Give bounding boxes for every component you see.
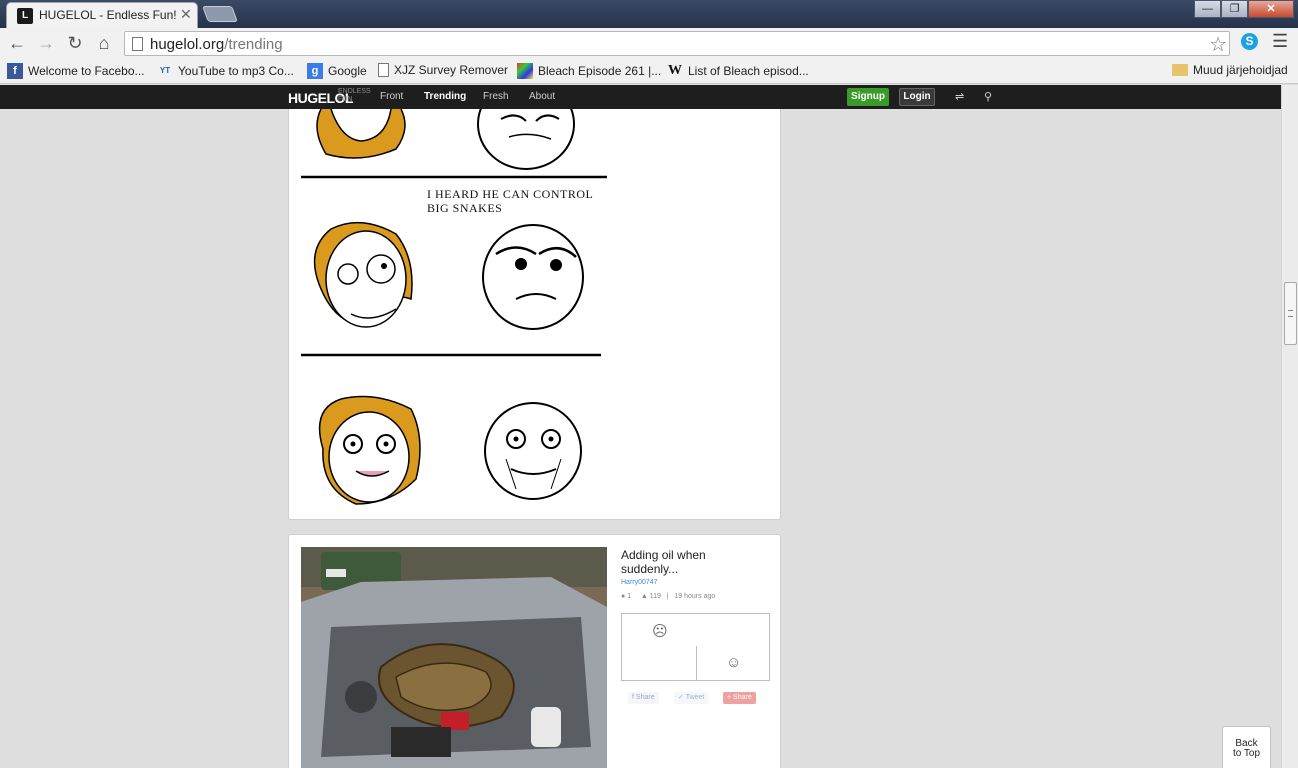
smiley-face-icon[interactable]: ☺ bbox=[726, 654, 741, 671]
twitter-bird-icon: ✓ bbox=[678, 694, 684, 701]
bookmark-star-icon[interactable]: ☆ bbox=[1209, 32, 1227, 57]
reload-icon[interactable]: ↻ bbox=[64, 32, 86, 54]
share-label: Share bbox=[733, 694, 752, 701]
bookmark-label: Muud järjehoidjad bbox=[1193, 63, 1288, 77]
bookmark-other-folder[interactable]: Muud järjehoidjad bbox=[1172, 63, 1288, 77]
bookmark-label: YouTube to mp3 Co... bbox=[178, 64, 294, 78]
post-author-link[interactable]: Harry00747 bbox=[621, 579, 658, 586]
back-to-top-button[interactable]: Back to Top bbox=[1222, 726, 1271, 768]
share-label: Tweet bbox=[685, 694, 705, 701]
bookmark-youtube-mp3[interactable]: YT YouTube to mp3 Co... bbox=[157, 63, 294, 79]
url-text[interactable]: hugelol.org/trending bbox=[150, 36, 283, 53]
comic-caption-line: BIG SNAKES bbox=[427, 201, 503, 215]
comment-icon: ● bbox=[621, 593, 626, 600]
skype-extension-icon[interactable]: S bbox=[1241, 33, 1258, 50]
comment-count: 1 bbox=[627, 593, 632, 600]
rage-comic-drawing bbox=[301, 78, 607, 505]
google-icon: g bbox=[307, 63, 323, 79]
post-title[interactable]: Adding oil when suddenly... bbox=[621, 548, 761, 576]
back-arrow-icon[interactable]: ← bbox=[6, 32, 28, 54]
new-tab-button[interactable] bbox=[202, 6, 238, 22]
bookmark-label: Google bbox=[328, 64, 367, 78]
bookmark-google[interactable]: g Google bbox=[307, 63, 367, 79]
twitter-tweet-button[interactable]: ✓ Tweet bbox=[674, 692, 709, 704]
post-meta: ● 1 ▲ 119 | 19 hours ago bbox=[621, 593, 716, 600]
google-plus-icon: + bbox=[727, 694, 732, 701]
tab-close-icon[interactable]: ✕ bbox=[180, 6, 192, 23]
forward-arrow-icon[interactable]: → bbox=[35, 32, 57, 54]
nav-front[interactable]: Front bbox=[380, 91, 403, 102]
address-bar[interactable]: hugelol.org/trending ☆ bbox=[124, 31, 1230, 56]
like-count: 119 bbox=[649, 593, 661, 600]
window-close-icon[interactable]: ✕ bbox=[1248, 0, 1294, 18]
comic-caption-line: I HEARD HE CAN CONTROL bbox=[427, 187, 594, 201]
scrollbar-grip-icon bbox=[1288, 310, 1293, 317]
post-image-comic[interactable]: I HEARD HE CAN CONTROL BIG SNAKES bbox=[301, 78, 607, 509]
bookmark-label: List of Bleach episod... bbox=[688, 64, 809, 78]
wikipedia-icon: W bbox=[668, 63, 682, 78]
page-icon bbox=[132, 37, 143, 51]
youtube-mp3-icon: YT bbox=[159, 66, 171, 75]
page-icon bbox=[378, 63, 389, 77]
browser-toolbar: ← → ↻ ⌂ hugelol.org/trending ☆ S ☰ bbox=[0, 28, 1298, 58]
bookmark-label: Welcome to Facebo... bbox=[28, 64, 145, 78]
browser-tab[interactable]: L HUGELOL - Endless Fun! ✕ bbox=[6, 2, 198, 28]
page-scrollbar[interactable] bbox=[1281, 85, 1298, 768]
nav-trending[interactable]: Trending bbox=[424, 91, 466, 102]
bookmark-label: XJZ Survey Remover bbox=[394, 63, 509, 77]
facebook-share-button[interactable]: f Share bbox=[628, 692, 659, 704]
snake-engine-photo bbox=[301, 547, 607, 768]
home-icon[interactable]: ⌂ bbox=[93, 32, 115, 54]
post-card: I HEARD HE CAN CONTROL BIG SNAKES bbox=[288, 78, 781, 520]
thumbs-up-icon: ▲ bbox=[640, 593, 648, 600]
google-share-button[interactable]: + Share bbox=[723, 692, 756, 704]
tab-title: HUGELOL - Endless Fun! bbox=[39, 8, 177, 22]
scrollbar-thumb[interactable] bbox=[1284, 282, 1297, 345]
share-label: Share bbox=[635, 694, 655, 701]
bookmark-xjz[interactable]: XJZ Survey Remover bbox=[378, 63, 508, 77]
site-header: HUGELOL ENDLESS FUN Front Trending Fresh… bbox=[0, 85, 1281, 109]
bookmarks-bar: f Welcome to Facebo... YT YouTube to mp3… bbox=[0, 58, 1298, 84]
nav-about[interactable]: About bbox=[529, 91, 555, 102]
folder-icon bbox=[1172, 64, 1188, 76]
login-button[interactable]: Login bbox=[899, 88, 935, 106]
window-controls: — ❐ ✕ bbox=[1194, 0, 1294, 20]
bleach-icon bbox=[517, 63, 533, 79]
search-icon[interactable]: ⚲ bbox=[984, 90, 992, 103]
post-card: Adding oil when suddenly... Harry00747 ●… bbox=[288, 534, 781, 768]
comic-caption: I HEARD HE CAN CONTROL BIG SNAKES bbox=[427, 187, 593, 215]
post-image-photo[interactable] bbox=[301, 547, 607, 768]
bookmark-facebook[interactable]: f Welcome to Facebo... bbox=[7, 63, 145, 79]
browser-titlebar: L HUGELOL - Endless Fun! ✕ — ❐ ✕ bbox=[0, 0, 1298, 28]
sad-face-icon[interactable]: ☹ bbox=[652, 622, 668, 640]
bookmark-wikipedia[interactable]: W List of Bleach episod... bbox=[667, 63, 809, 79]
vote-box: ☹ ☺ bbox=[621, 613, 770, 681]
random-shuffle-icon[interactable]: ⇌ bbox=[955, 90, 964, 103]
nav-fresh[interactable]: Fresh bbox=[483, 91, 509, 102]
tab-favicon-icon: L bbox=[17, 8, 33, 24]
bookmark-label: Bleach Episode 261 |... bbox=[538, 64, 662, 78]
restore-icon[interactable]: ❐ bbox=[1221, 0, 1248, 18]
post-time: 19 hours ago bbox=[674, 593, 716, 600]
vote-divider bbox=[696, 646, 697, 681]
site-tagline: ENDLESS FUN bbox=[338, 88, 371, 103]
facebook-icon: f bbox=[7, 63, 23, 79]
minimize-icon[interactable]: — bbox=[1194, 0, 1221, 18]
signup-button[interactable]: Signup bbox=[847, 88, 889, 106]
facebook-icon: f bbox=[632, 694, 634, 701]
back-to-top-label: to Top bbox=[1232, 748, 1261, 759]
chrome-menu-icon[interactable]: ☰ bbox=[1272, 31, 1288, 52]
bookmark-bleach[interactable]: Bleach Episode 261 |... bbox=[517, 63, 661, 79]
